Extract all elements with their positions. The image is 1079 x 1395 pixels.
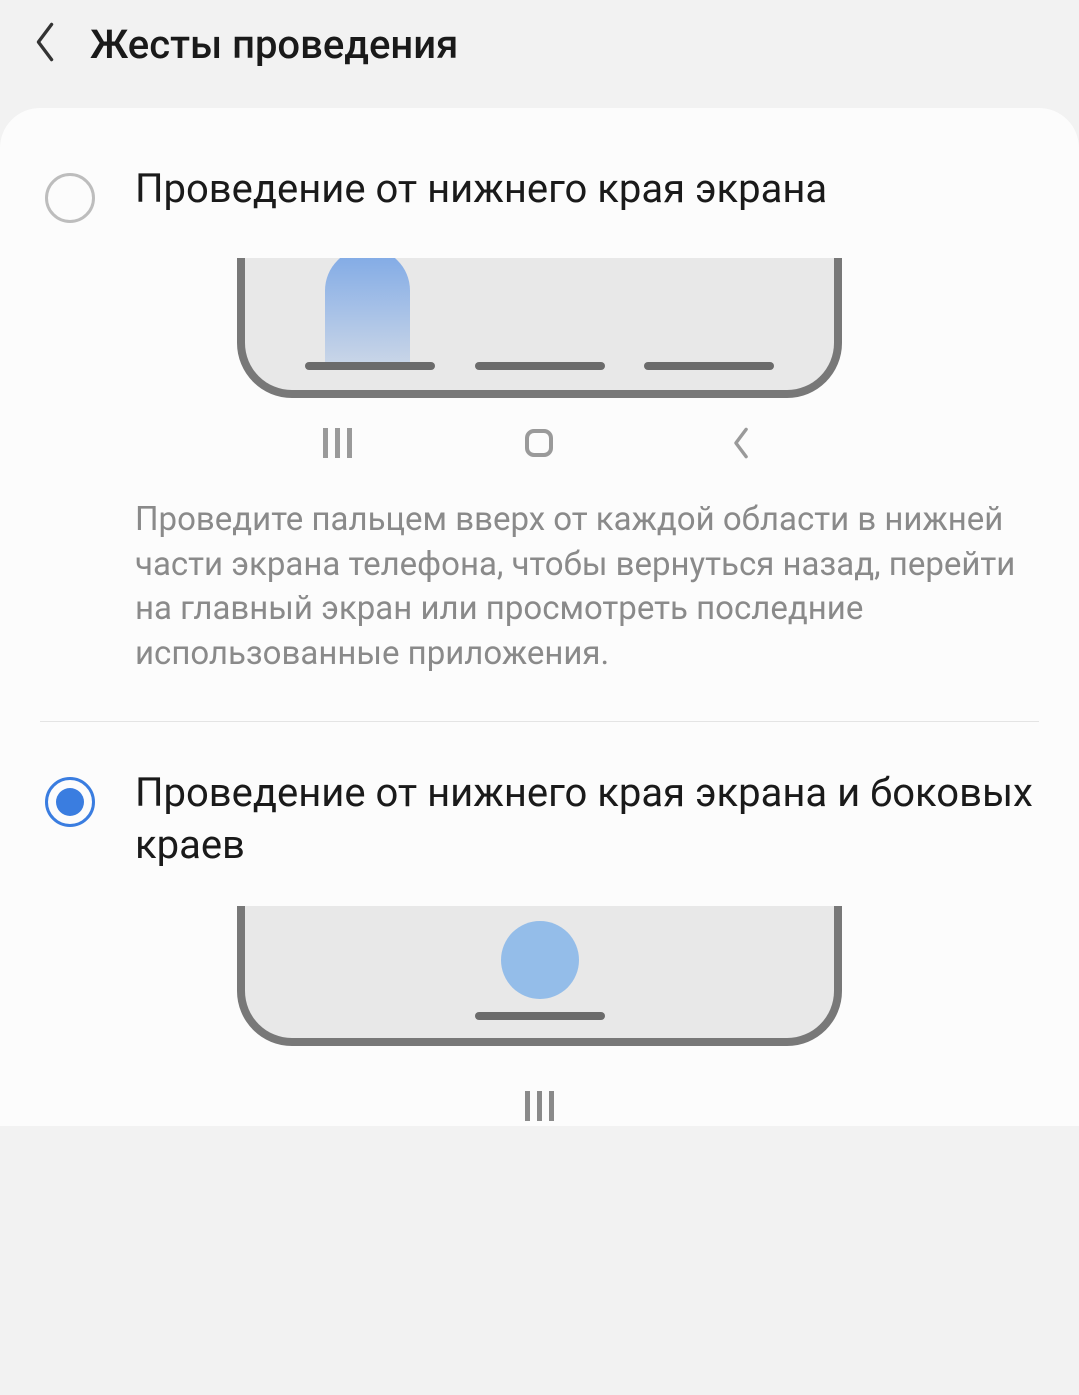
nav-pill: [644, 362, 774, 370]
swipe-ball-icon: [501, 921, 579, 999]
phone-illustration-bottom-sides: [237, 906, 842, 1046]
nav-pill: [305, 362, 435, 370]
radio-checked-icon[interactable]: [45, 777, 95, 827]
swipe-blob-icon: [325, 258, 410, 368]
option-description: Проведите пальцем вверх от каждой област…: [0, 498, 1079, 721]
home-icon: [509, 423, 569, 463]
option-swipe-bottom[interactable]: Проведение от нижнего края экрана: [0, 148, 1079, 223]
phone-illustration-bottom: [237, 258, 842, 398]
nav-icon-row: [0, 1061, 1079, 1126]
nav-icon-row: [237, 423, 842, 463]
recents-icon: [525, 1091, 554, 1121]
option-swipe-bottom-and-sides[interactable]: Проведение от нижнего края экрана и боко…: [0, 722, 1079, 871]
app-header: Жесты проведения: [0, 0, 1079, 108]
back-nav-icon: [711, 423, 771, 463]
option-label: Проведение от нижнего края экрана и боко…: [135, 767, 1034, 871]
radio-unchecked-icon[interactable]: [45, 173, 95, 223]
nav-pill: [475, 362, 605, 370]
option-label: Проведение от нижнего края экрана: [135, 163, 827, 215]
back-icon[interactable]: [30, 20, 60, 68]
recents-icon: [308, 423, 368, 463]
page-title: Жесты проведения: [90, 21, 458, 68]
options-card: Проведение от нижнего края экрана Провед…: [0, 108, 1079, 1126]
nav-pill: [475, 1012, 605, 1020]
